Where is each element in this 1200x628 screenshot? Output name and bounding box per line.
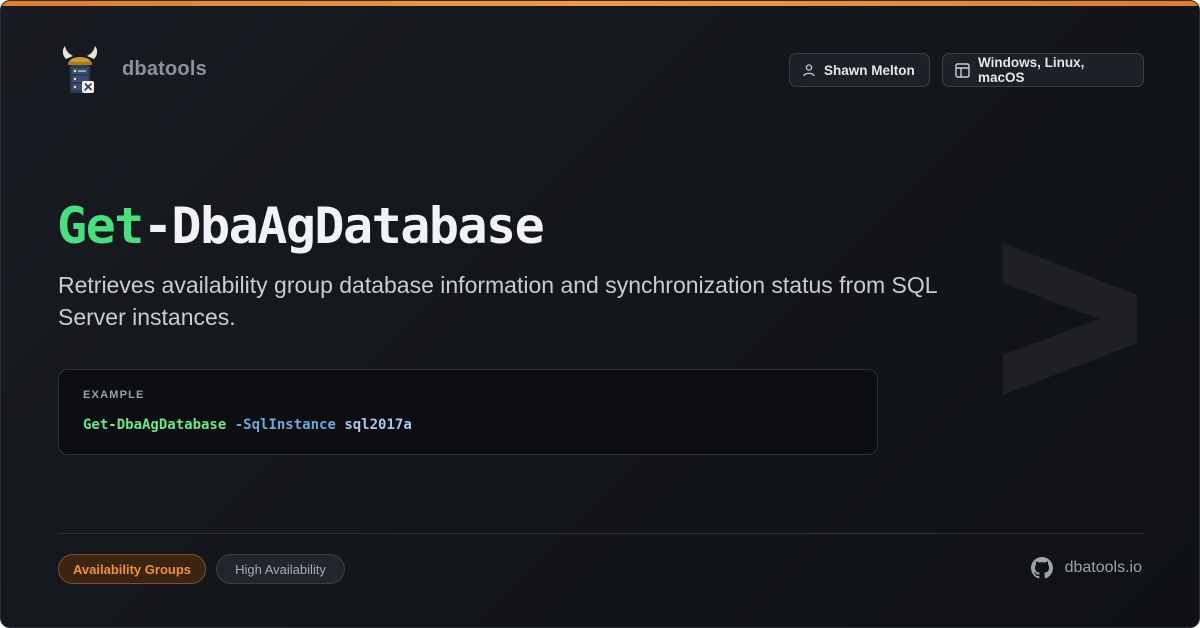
brand-name: dbatools: [122, 58, 207, 80]
tag-high-availability[interactable]: High Availability: [216, 554, 345, 584]
footer-divider: [58, 533, 1144, 534]
example-parameter: -SqlInstance: [234, 417, 336, 433]
example-code: Get-DbaAgDatabase -SqlInstance sql2017a: [83, 417, 412, 433]
command-description: Retrieves availability group database in…: [58, 272, 937, 330]
site-link[interactable]: dbatools.io: [1030, 557, 1142, 579]
site-url: dbatools.io: [1064, 559, 1142, 576]
example-label: EXAMPLE: [83, 389, 145, 401]
example-box: EXAMPLE Get-DbaAgDatabase -SqlInstance s…: [58, 369, 878, 455]
social-card: dbatools Shawn Melton Windows, Linux, ma…: [0, 0, 1200, 628]
command-verb: Get: [57, 197, 144, 255]
viking-server-icon: [62, 46, 98, 93]
example-command: Get-DbaAgDatabase: [83, 417, 227, 433]
window-layout-icon: [955, 62, 970, 78]
github-icon: [1030, 557, 1053, 579]
page-title: Get-DbaAgDatabase: [57, 197, 545, 255]
accent-bar: [1, 1, 1199, 6]
tag-availability-groups[interactable]: Availability Groups: [58, 554, 206, 584]
example-value: sql2017a: [344, 417, 412, 433]
user-icon: [803, 64, 815, 77]
command-noun: -DbaAgDatabase: [142, 197, 545, 255]
platform-badge: Windows, Linux, macOS: [942, 53, 1144, 87]
author-name: Shawn Melton: [824, 62, 915, 78]
platform-list: Windows, Linux, macOS: [978, 55, 1085, 85]
prompt-chevron-icon: [1003, 243, 1137, 395]
author-badge: Shawn Melton: [789, 53, 930, 87]
